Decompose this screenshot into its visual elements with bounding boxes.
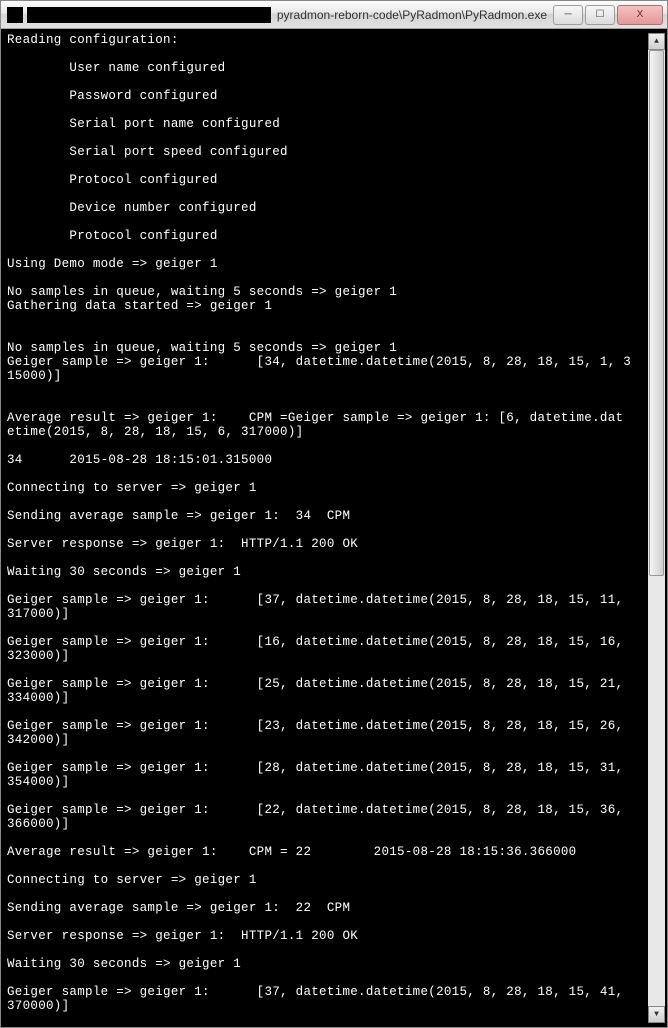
console-line xyxy=(7,271,665,285)
console-line: 317000)] xyxy=(7,607,665,621)
console-line xyxy=(7,467,665,481)
console-line: 15000)] xyxy=(7,369,665,383)
console-line: Connecting to server => geiger 1 xyxy=(7,481,665,495)
console-line: Waiting 30 seconds => geiger 1 xyxy=(7,957,665,971)
console-line xyxy=(7,887,665,901)
maximize-button[interactable]: ☐ xyxy=(585,5,615,25)
close-button[interactable]: X xyxy=(617,5,663,25)
console-line xyxy=(7,327,665,341)
scroll-down-button[interactable]: ▼ xyxy=(648,1006,665,1023)
application-window: pyradmon-reborn-code\PyRadmon\PyRadmon.e… xyxy=(0,0,668,1028)
console-line xyxy=(7,159,665,173)
console-line xyxy=(7,915,665,929)
console-line: 34 2015-08-28 18:15:01.315000 xyxy=(7,453,665,467)
console-line xyxy=(7,859,665,873)
console-line: Serial port name configured xyxy=(7,117,665,131)
console-line xyxy=(7,47,665,61)
title-path: pyradmon-reborn-code\PyRadmon\PyRadmon.e… xyxy=(271,8,553,22)
console-line: 370000)] xyxy=(7,999,665,1013)
console-output[interactable]: Reading configuration: User name configu… xyxy=(7,33,665,1025)
console-line xyxy=(7,971,665,985)
console-line xyxy=(7,75,665,89)
console-line: Geiger sample => geiger 1: [28, datetime… xyxy=(7,761,665,775)
console-line xyxy=(7,831,665,845)
console-line xyxy=(7,1013,665,1025)
console-line xyxy=(7,383,665,397)
console-line: etime(2015, 8, 28, 18, 15, 6, 317000)] xyxy=(7,425,665,439)
console-line: Geiger sample => geiger 1: [22, datetime… xyxy=(7,803,665,817)
console-line: 334000)] xyxy=(7,691,665,705)
vertical-scrollbar[interactable]: ▲ ▼ xyxy=(648,33,665,1023)
console-line xyxy=(7,131,665,145)
console-line: 342000)] xyxy=(7,733,665,747)
console-line: Gathering data started => geiger 1 xyxy=(7,299,665,313)
minimize-button[interactable]: ─ xyxy=(553,5,583,25)
console-line xyxy=(7,943,665,957)
console-line: Average result => geiger 1: CPM =Geiger … xyxy=(7,411,665,425)
console-line: Geiger sample => geiger 1: [37, datetime… xyxy=(7,985,665,999)
console-line: 323000)] xyxy=(7,649,665,663)
console-line: No samples in queue, waiting 5 seconds =… xyxy=(7,341,665,355)
console-line: Geiger sample => geiger 1: [25, datetime… xyxy=(7,677,665,691)
console-line: Password configured xyxy=(7,89,665,103)
console-line: Reading configuration: xyxy=(7,33,665,47)
window-controls: ─ ☐ X xyxy=(553,5,665,25)
console-line: User name configured xyxy=(7,61,665,75)
console-line xyxy=(7,705,665,719)
console-line xyxy=(7,397,665,411)
console-line xyxy=(7,789,665,803)
console-line xyxy=(7,187,665,201)
console-line: Geiger sample => geiger 1: [16, datetime… xyxy=(7,635,665,649)
console-line: Geiger sample => geiger 1: [34, datetime… xyxy=(7,355,665,369)
console-line: Average result => geiger 1: CPM = 22 201… xyxy=(7,845,665,859)
console-line: 354000)] xyxy=(7,775,665,789)
console-line xyxy=(7,621,665,635)
console-line: Using Demo mode => geiger 1 xyxy=(7,257,665,271)
app-icon xyxy=(7,7,23,23)
console-line xyxy=(7,523,665,537)
console-line: Sending average sample => geiger 1: 22 C… xyxy=(7,901,665,915)
console-line xyxy=(7,495,665,509)
console-line: Waiting 30 seconds => geiger 1 xyxy=(7,565,665,579)
console-line: Server response => geiger 1: HTTP/1.1 20… xyxy=(7,537,665,551)
console-line xyxy=(7,663,665,677)
console-line xyxy=(7,243,665,257)
console-line xyxy=(7,313,665,327)
console-line xyxy=(7,551,665,565)
console-line xyxy=(7,747,665,761)
titlebar[interactable]: pyradmon-reborn-code\PyRadmon\PyRadmon.e… xyxy=(1,1,667,29)
scroll-thumb[interactable] xyxy=(649,50,664,576)
title-obscured xyxy=(27,7,271,23)
console-line: 366000)] xyxy=(7,817,665,831)
console-line: Serial port speed configured xyxy=(7,145,665,159)
scroll-up-button[interactable]: ▲ xyxy=(648,33,665,50)
console-line: Geiger sample => geiger 1: [23, datetime… xyxy=(7,719,665,733)
console-line xyxy=(7,579,665,593)
console-line: Server response => geiger 1: HTTP/1.1 20… xyxy=(7,929,665,943)
console-line: Sending average sample => geiger 1: 34 C… xyxy=(7,509,665,523)
console-line: No samples in queue, waiting 5 seconds =… xyxy=(7,285,665,299)
console-line: Protocol configured xyxy=(7,229,665,243)
console-line: Device number configured xyxy=(7,201,665,215)
console-line xyxy=(7,103,665,117)
console-line: Connecting to server => geiger 1 xyxy=(7,873,665,887)
console-line xyxy=(7,215,665,229)
console-area: Reading configuration: User name configu… xyxy=(1,29,667,1027)
console-line: Geiger sample => geiger 1: [37, datetime… xyxy=(7,593,665,607)
scroll-track[interactable] xyxy=(648,50,665,1006)
console-line xyxy=(7,439,665,453)
console-line: Protocol configured xyxy=(7,173,665,187)
